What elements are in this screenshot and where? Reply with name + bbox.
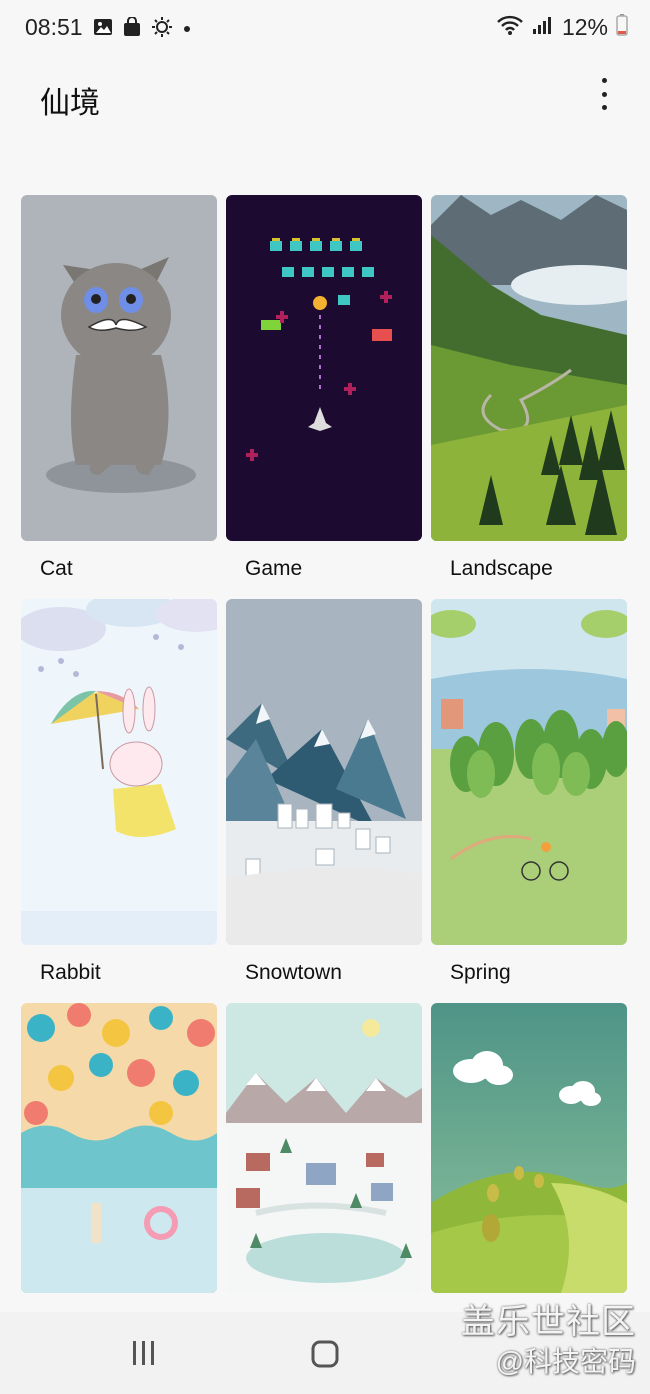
home-button[interactable] bbox=[311, 1340, 339, 1373]
theme-label: Landscape bbox=[450, 557, 553, 580]
home-icon bbox=[311, 1340, 339, 1368]
green-hill-thumbnail bbox=[431, 1003, 627, 1293]
more-icon bbox=[601, 78, 607, 83]
theme-card-cat[interactable]: Cat bbox=[21, 195, 217, 580]
battery-percent: 12% bbox=[561, 14, 608, 40]
spring-thumbnail bbox=[431, 599, 627, 945]
recent-apps-button[interactable] bbox=[130, 1340, 158, 1371]
theme-card-beach[interactable] bbox=[21, 1003, 217, 1293]
rabbit-thumbnail bbox=[21, 599, 217, 945]
theme-label: Spring bbox=[450, 961, 511, 984]
winter-village-thumbnail bbox=[226, 1003, 422, 1293]
theme-label: Cat bbox=[40, 557, 73, 580]
watermark-text: 盖乐世社区 bbox=[461, 1303, 636, 1341]
recent-apps-icon bbox=[133, 1341, 154, 1365]
theme-card-rabbit[interactable]: Rabbit bbox=[21, 599, 217, 984]
theme-card-green-hill[interactable] bbox=[431, 1003, 627, 1293]
theme-card-spring[interactable]: Spring bbox=[431, 599, 627, 984]
notification-dot-icon bbox=[182, 21, 192, 39]
snowtown-thumbnail bbox=[226, 599, 422, 945]
status-time: 08:51 bbox=[25, 14, 83, 40]
cat-thumbnail bbox=[21, 195, 217, 541]
battery-icon bbox=[616, 14, 628, 41]
landscape-thumbnail bbox=[431, 195, 627, 541]
app-bar: 仙境 bbox=[0, 56, 650, 136]
theme-label: Rabbit bbox=[40, 961, 101, 984]
watermark-handle: @科技密码 bbox=[495, 1346, 636, 1377]
gallery-icon bbox=[93, 17, 113, 42]
game-thumbnail bbox=[226, 195, 422, 541]
shopping-bag-icon bbox=[122, 16, 142, 42]
theme-card-landscape[interactable]: Landscape bbox=[431, 195, 627, 580]
theme-card-snowtown[interactable]: Snowtown bbox=[226, 599, 422, 984]
signal-icon bbox=[532, 15, 554, 40]
wifi-icon bbox=[496, 14, 524, 41]
more-options-button[interactable] bbox=[594, 78, 614, 110]
theme-card-winter-village[interactable] bbox=[226, 1003, 422, 1293]
theme-label: Snowtown bbox=[245, 961, 342, 984]
theme-label: Game bbox=[245, 557, 303, 580]
page-title: 仙境 bbox=[40, 87, 100, 120]
beach-thumbnail bbox=[21, 1003, 217, 1293]
theme-card-game[interactable]: Game bbox=[226, 195, 422, 580]
brightness-icon bbox=[151, 16, 173, 43]
status-bar: 08:51 12% bbox=[0, 0, 650, 56]
